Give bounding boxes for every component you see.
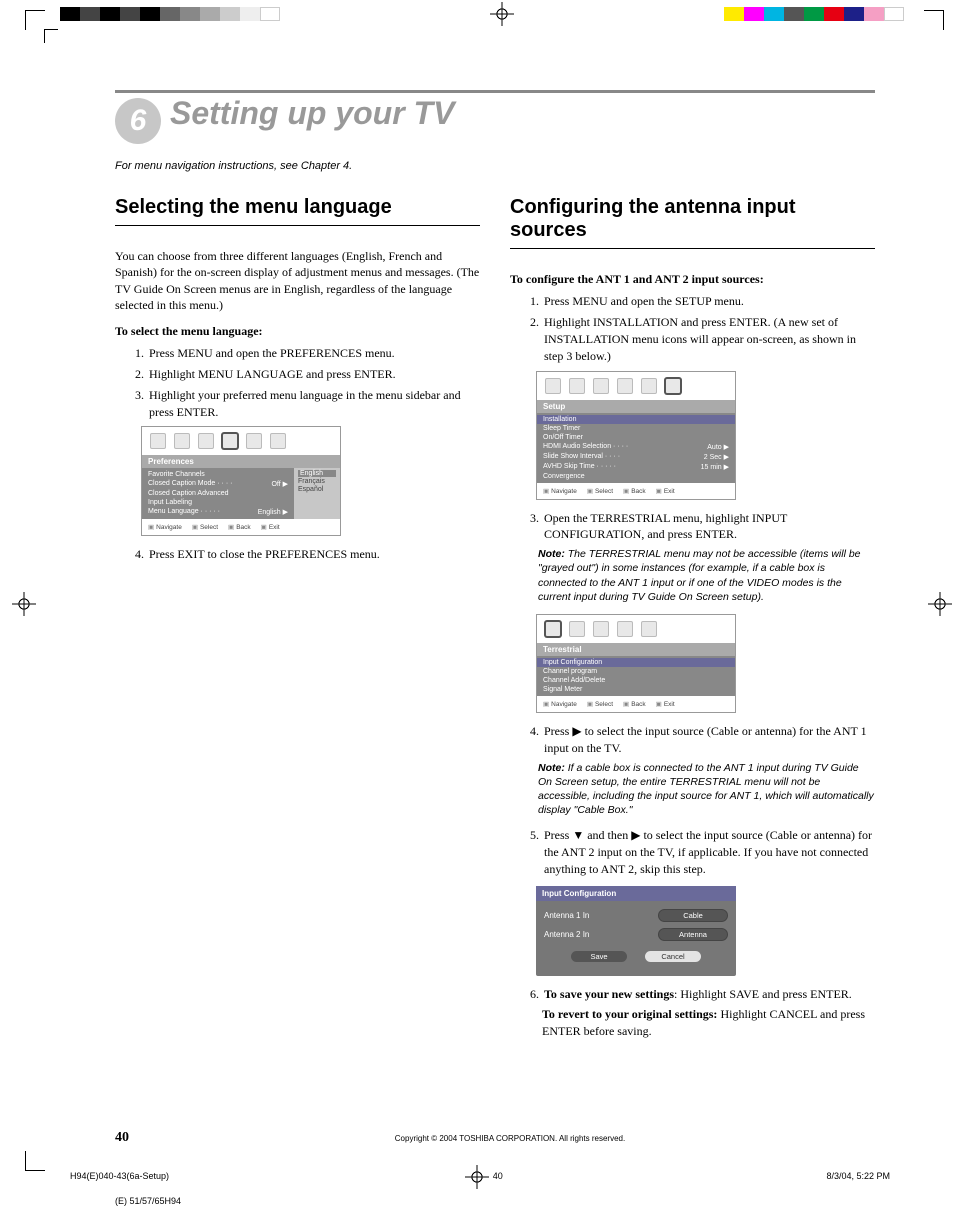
note: Note: The TERRESTRIAL menu may not be ac…	[538, 547, 875, 604]
osd-tab: Preferences	[142, 455, 340, 468]
procedure-list: Press ▶ to select the input source (Cabl…	[510, 723, 875, 757]
procedure-list: Press ▼ and then ▶ to select the input s…	[510, 827, 875, 877]
page-body: 6 Setting up your TV For menu navigation…	[115, 90, 875, 1049]
step: Open the TERRESTRIAL menu, highlight INP…	[542, 510, 875, 544]
procedure-list: Press MENU and open the PREFERENCES menu…	[115, 345, 480, 420]
left-column: Selecting the menu language You can choo…	[115, 196, 480, 1049]
dialog-title: Input Configuration	[536, 886, 736, 901]
chapter-header: 6 Setting up your TV	[115, 97, 875, 144]
step: Press ▼ and then ▶ to select the input s…	[542, 827, 875, 877]
procedure-list: Press EXIT to close the PREFERENCES menu…	[115, 546, 480, 563]
step: Highlight your preferred menu language i…	[147, 387, 480, 421]
registration-mark	[15, 595, 33, 613]
chapter-number: 6	[115, 98, 161, 144]
revert-note: To revert to your original settings: Hig…	[542, 1006, 875, 1038]
page-footer: 40 Copyright © 2004 TOSHIBA CORPORATION.…	[115, 1130, 875, 1146]
step: Highlight INSTALLATION and press ENTER. …	[542, 314, 875, 364]
procedure-list: Press MENU and open the SETUP menu. High…	[510, 293, 875, 364]
osd-terrestrial-figure: Terrestrial Input ConfigurationChannel p…	[536, 614, 736, 713]
section-heading: Configuring the antenna input sources	[510, 196, 875, 249]
procedure-list: Open the TERRESTRIAL menu, highlight INP…	[510, 510, 875, 544]
chapter-title: Setting up your TV	[170, 95, 454, 131]
right-arrow-icon: ▶	[572, 724, 581, 738]
step: To save your new settings: Highlight SAV…	[542, 986, 875, 1003]
intro-text: You can choose from three different lang…	[115, 248, 480, 313]
osd-tab: Terrestrial	[537, 643, 735, 656]
note: Note: If a cable box is connected to the…	[538, 761, 875, 818]
crop-mark	[25, 1151, 45, 1171]
down-arrow-icon: ▼	[572, 828, 584, 842]
registration-mark	[493, 5, 511, 23]
right-column: Configuring the antenna input sources To…	[510, 196, 875, 1049]
section-heading: Selecting the menu language	[115, 196, 480, 226]
registration-mark	[931, 595, 949, 613]
page-number: 40	[115, 1130, 145, 1146]
crop-mark	[25, 10, 45, 30]
crop-mark	[924, 10, 944, 30]
procedure-lead: To configure the ANT 1 and ANT 2 input s…	[510, 271, 875, 287]
procedure-lead: To select the menu language:	[115, 323, 480, 339]
step: Press ▶ to select the input source (Cabl…	[542, 723, 875, 757]
chapter-subtitle: For menu navigation instructions, see Ch…	[115, 160, 875, 172]
osd-preferences-figure: Preferences Favorite ChannelsClosed Capt…	[141, 426, 341, 536]
step: Highlight MENU LANGUAGE and press ENTER.	[147, 366, 480, 383]
osd-tab: Setup	[537, 400, 735, 413]
print-date: 8/3/04, 5:22 PM	[826, 1171, 890, 1181]
copyright: Copyright © 2004 TOSHIBA CORPORATION. Al…	[145, 1134, 875, 1143]
print-footer: H94(E)040-43(6a-Setup) 40 8/3/04, 5:22 P…	[70, 1171, 890, 1181]
print-filename: H94(E)040-43(6a-Setup)	[70, 1171, 169, 1181]
osd-setup-figure: Setup InstallationSleep TimerOn/Off Time…	[536, 371, 736, 500]
osd-input-config-figure: Input Configuration Antenna 1 InCableAnt…	[536, 886, 736, 976]
step: Press MENU and open the SETUP menu.	[542, 293, 875, 310]
procedure-list: To save your new settings: Highlight SAV…	[510, 986, 875, 1003]
registration-bar	[60, 5, 904, 23]
print-page: 40	[493, 1171, 503, 1181]
step: Press EXIT to close the PREFERENCES menu…	[147, 546, 480, 563]
print-model: (E) 51/57/65H94	[115, 1196, 181, 1206]
step: Press MENU and open the PREFERENCES menu…	[147, 345, 480, 362]
